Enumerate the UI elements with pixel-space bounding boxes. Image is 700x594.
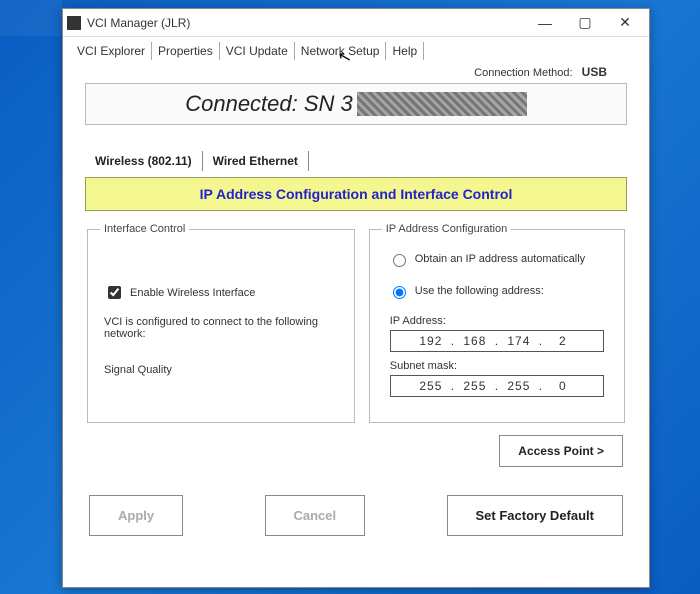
- interface-control-legend: Interface Control: [100, 223, 189, 235]
- signal-quality-label: Signal Quality: [104, 364, 342, 376]
- enable-wireless-label: Enable Wireless Interface: [130, 287, 255, 299]
- content-area: Connection Method: USB Connected: SN 3 W…: [63, 61, 649, 544]
- connection-method-row: Connection Method: USB: [75, 65, 637, 79]
- connection-method-label: Connection Method:: [474, 67, 572, 79]
- maximize-button[interactable]: ▢: [565, 11, 605, 35]
- desktop-background: [0, 0, 62, 36]
- enable-wireless-checkbox[interactable]: [108, 286, 121, 299]
- ip-manual-radio[interactable]: [393, 286, 406, 299]
- menu-vci-explorer[interactable]: VCI Explorer: [71, 42, 152, 60]
- ip-oct-3[interactable]: 174: [504, 334, 534, 348]
- menu-help[interactable]: Help: [386, 42, 424, 60]
- ip-address-label: IP Address:: [390, 315, 612, 327]
- ip-config-group: IP Address Configuration Obtain an IP ad…: [369, 223, 625, 423]
- ip-address-input[interactable]: 192. 168. 174. 2: [390, 330, 604, 352]
- subnet-mask-input[interactable]: 255. 255. 255. 0: [390, 375, 604, 397]
- ip-auto-label: Obtain an IP address automatically: [415, 253, 585, 265]
- section-banner: IP Address Configuration and Interface C…: [85, 177, 627, 211]
- menubar: VCI Explorer Properties VCI Update Netwo…: [63, 37, 649, 61]
- ip-manual-label: Use the following address:: [415, 285, 544, 297]
- ip-auto-radio[interactable]: [393, 254, 406, 267]
- app-icon: [67, 16, 81, 30]
- connection-method-value: USB: [582, 65, 607, 79]
- mask-oct-1[interactable]: 255: [416, 379, 446, 393]
- mask-oct-2[interactable]: 255: [460, 379, 490, 393]
- menu-network-setup[interactable]: Network Setup: [295, 42, 387, 60]
- apply-button[interactable]: Apply: [89, 495, 183, 536]
- serial-redacted: [357, 92, 527, 116]
- subnet-mask-label: Subnet mask:: [390, 360, 612, 372]
- menu-properties[interactable]: Properties: [152, 42, 220, 60]
- ip-oct-1[interactable]: 192: [416, 334, 446, 348]
- ip-config-legend: IP Address Configuration: [382, 223, 511, 235]
- tab-wireless[interactable]: Wireless (802.11): [85, 151, 203, 171]
- titlebar[interactable]: VCI Manager (JLR) — ▢ ✕: [63, 9, 649, 37]
- ip-oct-4[interactable]: 2: [548, 334, 578, 348]
- mask-oct-4[interactable]: 0: [548, 379, 578, 393]
- tab-wired-ethernet[interactable]: Wired Ethernet: [203, 151, 309, 171]
- ip-oct-2[interactable]: 168: [460, 334, 490, 348]
- window-title: VCI Manager (JLR): [87, 16, 525, 30]
- close-button[interactable]: ✕: [605, 11, 645, 35]
- app-window: VCI Manager (JLR) — ▢ ✕ VCI Explorer Pro…: [62, 8, 650, 588]
- mask-oct-3[interactable]: 255: [504, 379, 534, 393]
- subtab-bar: Wireless (802.11) Wired Ethernet: [85, 151, 627, 171]
- factory-default-button[interactable]: Set Factory Default: [447, 495, 623, 536]
- connection-status-text: Connected: SN 3: [185, 91, 353, 117]
- menu-vci-update[interactable]: VCI Update: [220, 42, 295, 60]
- cancel-button[interactable]: Cancel: [265, 495, 366, 536]
- connection-status: Connected: SN 3: [85, 83, 627, 125]
- network-note: VCI is configured to connect to the foll…: [104, 316, 342, 340]
- access-point-button[interactable]: Access Point >: [499, 435, 623, 467]
- interface-control-group: Interface Control Enable Wireless Interf…: [87, 223, 355, 423]
- minimize-button[interactable]: —: [525, 11, 565, 35]
